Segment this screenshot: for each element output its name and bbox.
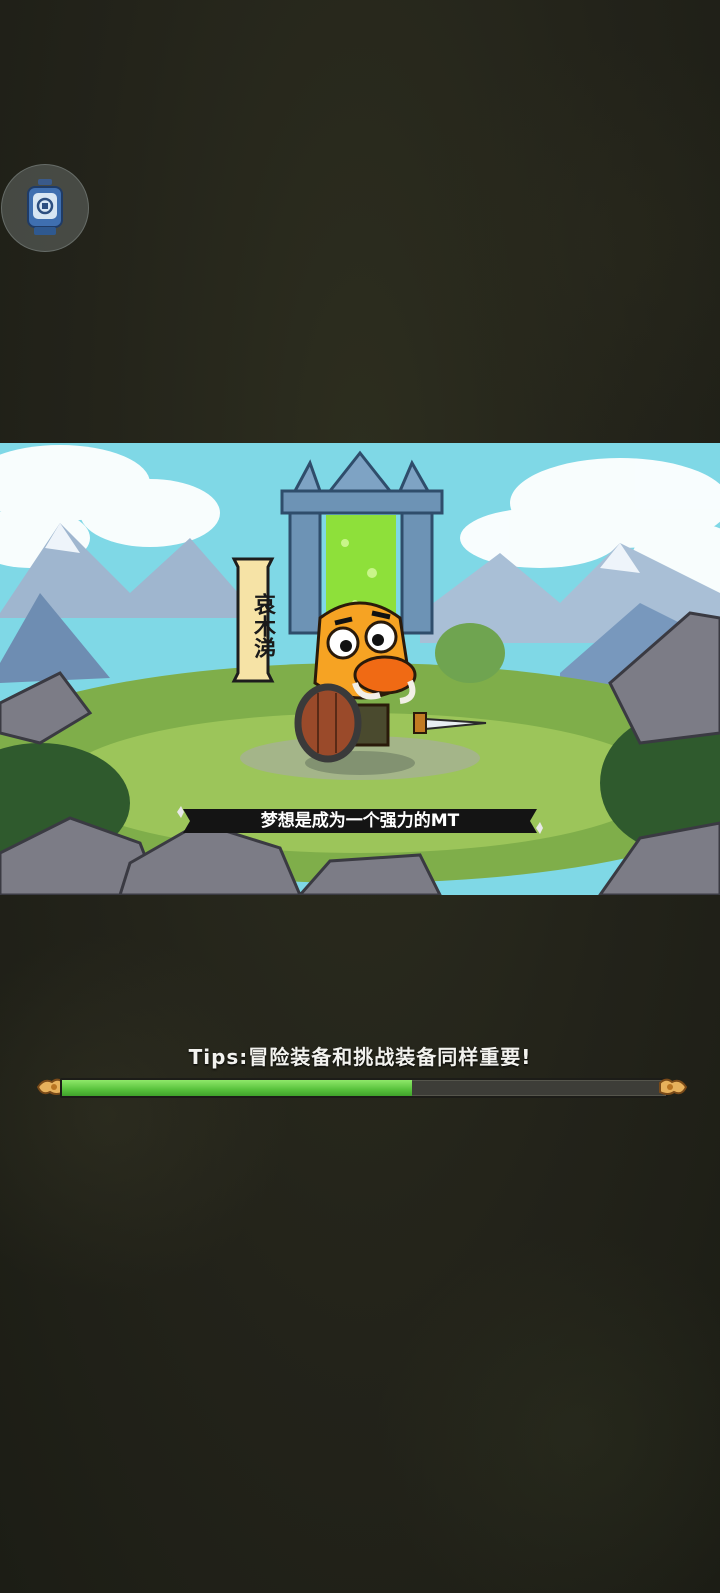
dialogue-caption: 梦想是成为一个强力的MT	[175, 806, 545, 836]
dialogue-text: 梦想是成为一个强力的MT	[260, 811, 460, 831]
loading-progress-bar	[36, 1074, 688, 1100]
progress-fill	[62, 1080, 413, 1096]
character-name: 哀木涕	[250, 593, 275, 659]
assistant-bot-icon	[27, 179, 63, 235]
floating-assistant-button[interactable]	[1, 164, 89, 252]
right-cloud-cap-icon	[659, 1078, 688, 1095]
progress-track	[60, 1078, 668, 1098]
loading-tip: Tips:冒险装备和挑战装备同样重要!	[188, 1045, 532, 1069]
character-name-banner: 哀木涕	[230, 555, 276, 685]
